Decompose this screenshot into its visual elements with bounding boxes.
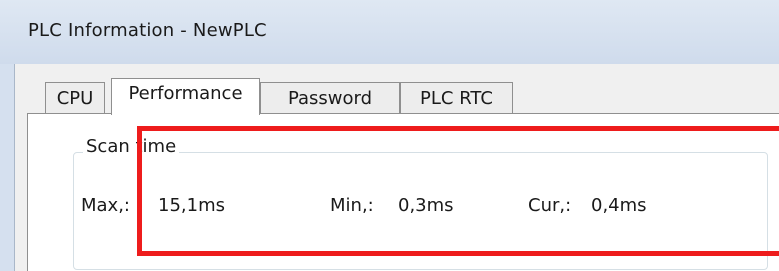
scan-time-group-label: Scan time [83,136,180,157]
title-bar[interactable]: PLC Information - NewPLC [0,0,779,64]
tab-cpu[interactable]: CPU [45,82,105,114]
tab-performance[interactable]: Performance [111,78,260,115]
max-scan-label: Max,: [81,195,130,216]
plc-information-dialog: PLC Information - NewPLC CPU Performance… [0,0,779,271]
tab-plc-rtc[interactable]: PLC RTC [400,82,513,114]
cur-scan-label: Cur,: [528,195,572,216]
performance-tab-panel: Scan time Max,: 15,1ms Min,: 0,3ms Cur,:… [27,113,779,271]
tab-password[interactable]: Password [260,82,400,114]
window-frame-edge [0,64,15,271]
max-scan-value: 15,1ms [158,195,225,216]
cur-scan-value: 0,4ms [591,195,647,216]
window-title: PLC Information - NewPLC [28,20,267,41]
min-scan-value: 0,3ms [398,195,454,216]
dialog-client-area: CPU Performance Password PLC RTC Scan ti… [15,64,779,271]
min-scan-label: Min,: [330,195,374,216]
